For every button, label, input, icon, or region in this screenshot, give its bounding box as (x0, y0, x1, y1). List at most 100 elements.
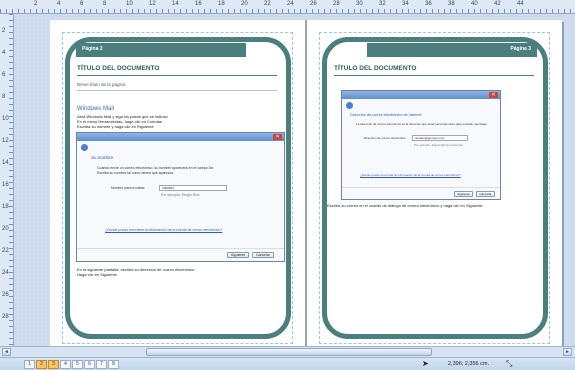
vertical-ruler[interactable]: 2 4 6 8 10 12 14 16 18 20 22 24 26 28 (0, 14, 14, 346)
dialog-heading: Dirección de correo electrónico de Inter… (350, 113, 422, 117)
dialog-text: Escriba su nombre tal como desea que apa… (97, 171, 175, 175)
help-link: ¿Dónde puedo encontrar la información de… (105, 228, 223, 232)
ruler-label: 2 (34, 1, 38, 7)
ruler-label: 6 (2, 72, 6, 78)
subtitle-divider (77, 90, 277, 91)
document-title[interactable]: TÍTULO DEL DOCUMENTO (77, 65, 159, 72)
ruler-label: 2 (2, 28, 6, 34)
ruler-label: 14 (172, 1, 179, 7)
dialog-divider (77, 248, 284, 249)
ruler-label: 36 (425, 1, 432, 7)
ruler-label: 18 (2, 204, 9, 210)
horizontal-scrollbar[interactable]: ◄ ► (0, 346, 575, 357)
dialog-text: La dirección de correo electrónico es la… (356, 122, 488, 126)
object-size-icon: ⤡ (506, 359, 513, 368)
ruler-label: 26 (2, 292, 9, 298)
page-header-tab[interactable]: Página 3 (367, 43, 537, 57)
ruler-label: 28 (333, 1, 340, 7)
pointer-arrow-icon: ➤ (422, 359, 429, 368)
ruler-label: 12 (149, 1, 156, 7)
title-divider (334, 75, 534, 76)
document-title[interactable]: TÍTULO DEL DOCUMENTO (334, 65, 416, 72)
dialog-divider (342, 187, 500, 188)
page-subtitle[interactable]: Breve título de la página (77, 82, 126, 87)
page-button-6[interactable]: 6 (84, 360, 95, 369)
ruler-label: 18 (218, 1, 225, 7)
help-link: ¿Dónde puedo encontrar la información de… (360, 173, 461, 177)
scroll-right-button[interactable]: ► (563, 348, 572, 356)
dialog-titlebar (77, 133, 284, 141)
dialog-text: Cuando envíe un correo electrónico, su n… (97, 166, 215, 170)
page-left[interactable]: Página 2 TÍTULO DEL DOCUMENTO Breve títu… (50, 20, 305, 356)
scroll-left-button[interactable]: ◄ (2, 348, 11, 356)
page-button-5[interactable]: 5 (72, 360, 83, 369)
ruler-label: 24 (287, 1, 294, 7)
title-divider (77, 75, 277, 76)
ruler-label: 30 (356, 1, 363, 7)
body-line[interactable]: Haga clic en Siguiente (77, 272, 117, 277)
body-line[interactable]: Escriba su correo en el cuadro de diálog… (327, 203, 483, 208)
ruler-label: 24 (2, 270, 9, 276)
ruler-label: 8 (2, 94, 6, 100)
ruler-ticks (9, 14, 13, 346)
dialog-screenshot-image[interactable]: × Su nombre Cuando envíe un correo elect… (76, 132, 285, 262)
ruler-label: 10 (126, 1, 133, 7)
next-button: Siguiente (227, 252, 249, 258)
page-spread[interactable]: Página 2 TÍTULO DEL DOCUMENTO Breve títu… (50, 20, 562, 356)
ruler-label: 22 (2, 248, 9, 254)
ruler-label: 6 (80, 1, 84, 7)
ruler-label: 28 (2, 314, 9, 320)
page-button-4[interactable]: 4 (60, 360, 71, 369)
page-right[interactable]: Página 3 TÍTULO DEL DOCUMENTO × Direcció… (307, 20, 562, 356)
page-button-8[interactable]: 8 (108, 360, 119, 369)
page-button-1[interactable]: 1 (24, 360, 35, 369)
back-arrow-icon (346, 102, 353, 109)
ruler-label: 16 (195, 1, 202, 7)
ruler-label: 14 (2, 160, 9, 166)
body-line[interactable]: Escriba su nombre y haga clic en Siguien… (77, 124, 154, 129)
scroll-thumb[interactable] (146, 348, 432, 356)
horizontal-ruler[interactable]: 2 4 6 8 10 12 14 16 18 20 22 24 26 28 30… (0, 0, 575, 14)
dialog-titlebar (342, 91, 500, 99)
ruler-label: 26 (310, 1, 317, 7)
ruler-label: 12 (2, 138, 9, 144)
cursor-coordinates: 2,396; 2,356 cm. (448, 361, 489, 367)
page-button-3[interactable]: 3 (48, 360, 59, 369)
ruler-ticks (0, 9, 575, 13)
ruler-label: 20 (2, 226, 9, 232)
ruler-label: 4 (57, 1, 61, 7)
ruler-label: 22 (264, 1, 271, 7)
dialog-heading: Su nombre (91, 155, 114, 160)
email-field: usuario@ejemplo.com (412, 135, 468, 141)
cancel-button: Cancelar (476, 191, 495, 197)
ruler-label: 44 (517, 1, 524, 7)
ruler-label: 38 (448, 1, 455, 7)
back-arrow-icon (81, 144, 88, 151)
ruler-label: 10 (2, 116, 9, 122)
display-name-field: Usuario (159, 185, 227, 191)
ruler-label: 32 (379, 1, 386, 7)
section-heading[interactable]: Windows Mail (77, 106, 114, 112)
field-hint: Por ejemplo: alguien@microsoft.com (414, 143, 464, 147)
ruler-label: 42 (494, 1, 501, 7)
ruler-label: 16 (2, 182, 9, 188)
close-icon: × (273, 134, 282, 140)
page-button-2[interactable]: 2 (36, 360, 47, 369)
field-label: Nombre para mostrar: (111, 186, 146, 190)
field-hint: Por ejemplo: Sergio Ruiz (161, 193, 200, 197)
next-button: Siguiente (454, 191, 473, 197)
page-button-7[interactable]: 7 (96, 360, 107, 369)
ruler-label: 4 (2, 50, 6, 56)
dialog-screenshot-image[interactable]: × Dirección de correo electrónico de Int… (341, 90, 501, 200)
page-navigator[interactable]: 1 2 3 4 5 6 7 8 (24, 360, 119, 369)
cancel-button: Cancelar (252, 252, 274, 258)
publication-workspace[interactable]: Página 2 TÍTULO DEL DOCUMENTO Breve títu… (14, 14, 575, 356)
status-bar: 1 2 3 4 5 6 7 8 ➤ 2,396; 2,356 cm. ⤡ (0, 357, 575, 370)
page-header-tab[interactable]: Página 2 (76, 43, 246, 57)
ruler-label: 34 (402, 1, 409, 7)
ruler-label: 40 (471, 1, 478, 7)
ruler-label: 8 (103, 1, 107, 7)
ruler-label: 20 (241, 1, 248, 7)
close-icon: × (489, 92, 498, 98)
field-label: Dirección de correo electrónico: (364, 136, 407, 140)
